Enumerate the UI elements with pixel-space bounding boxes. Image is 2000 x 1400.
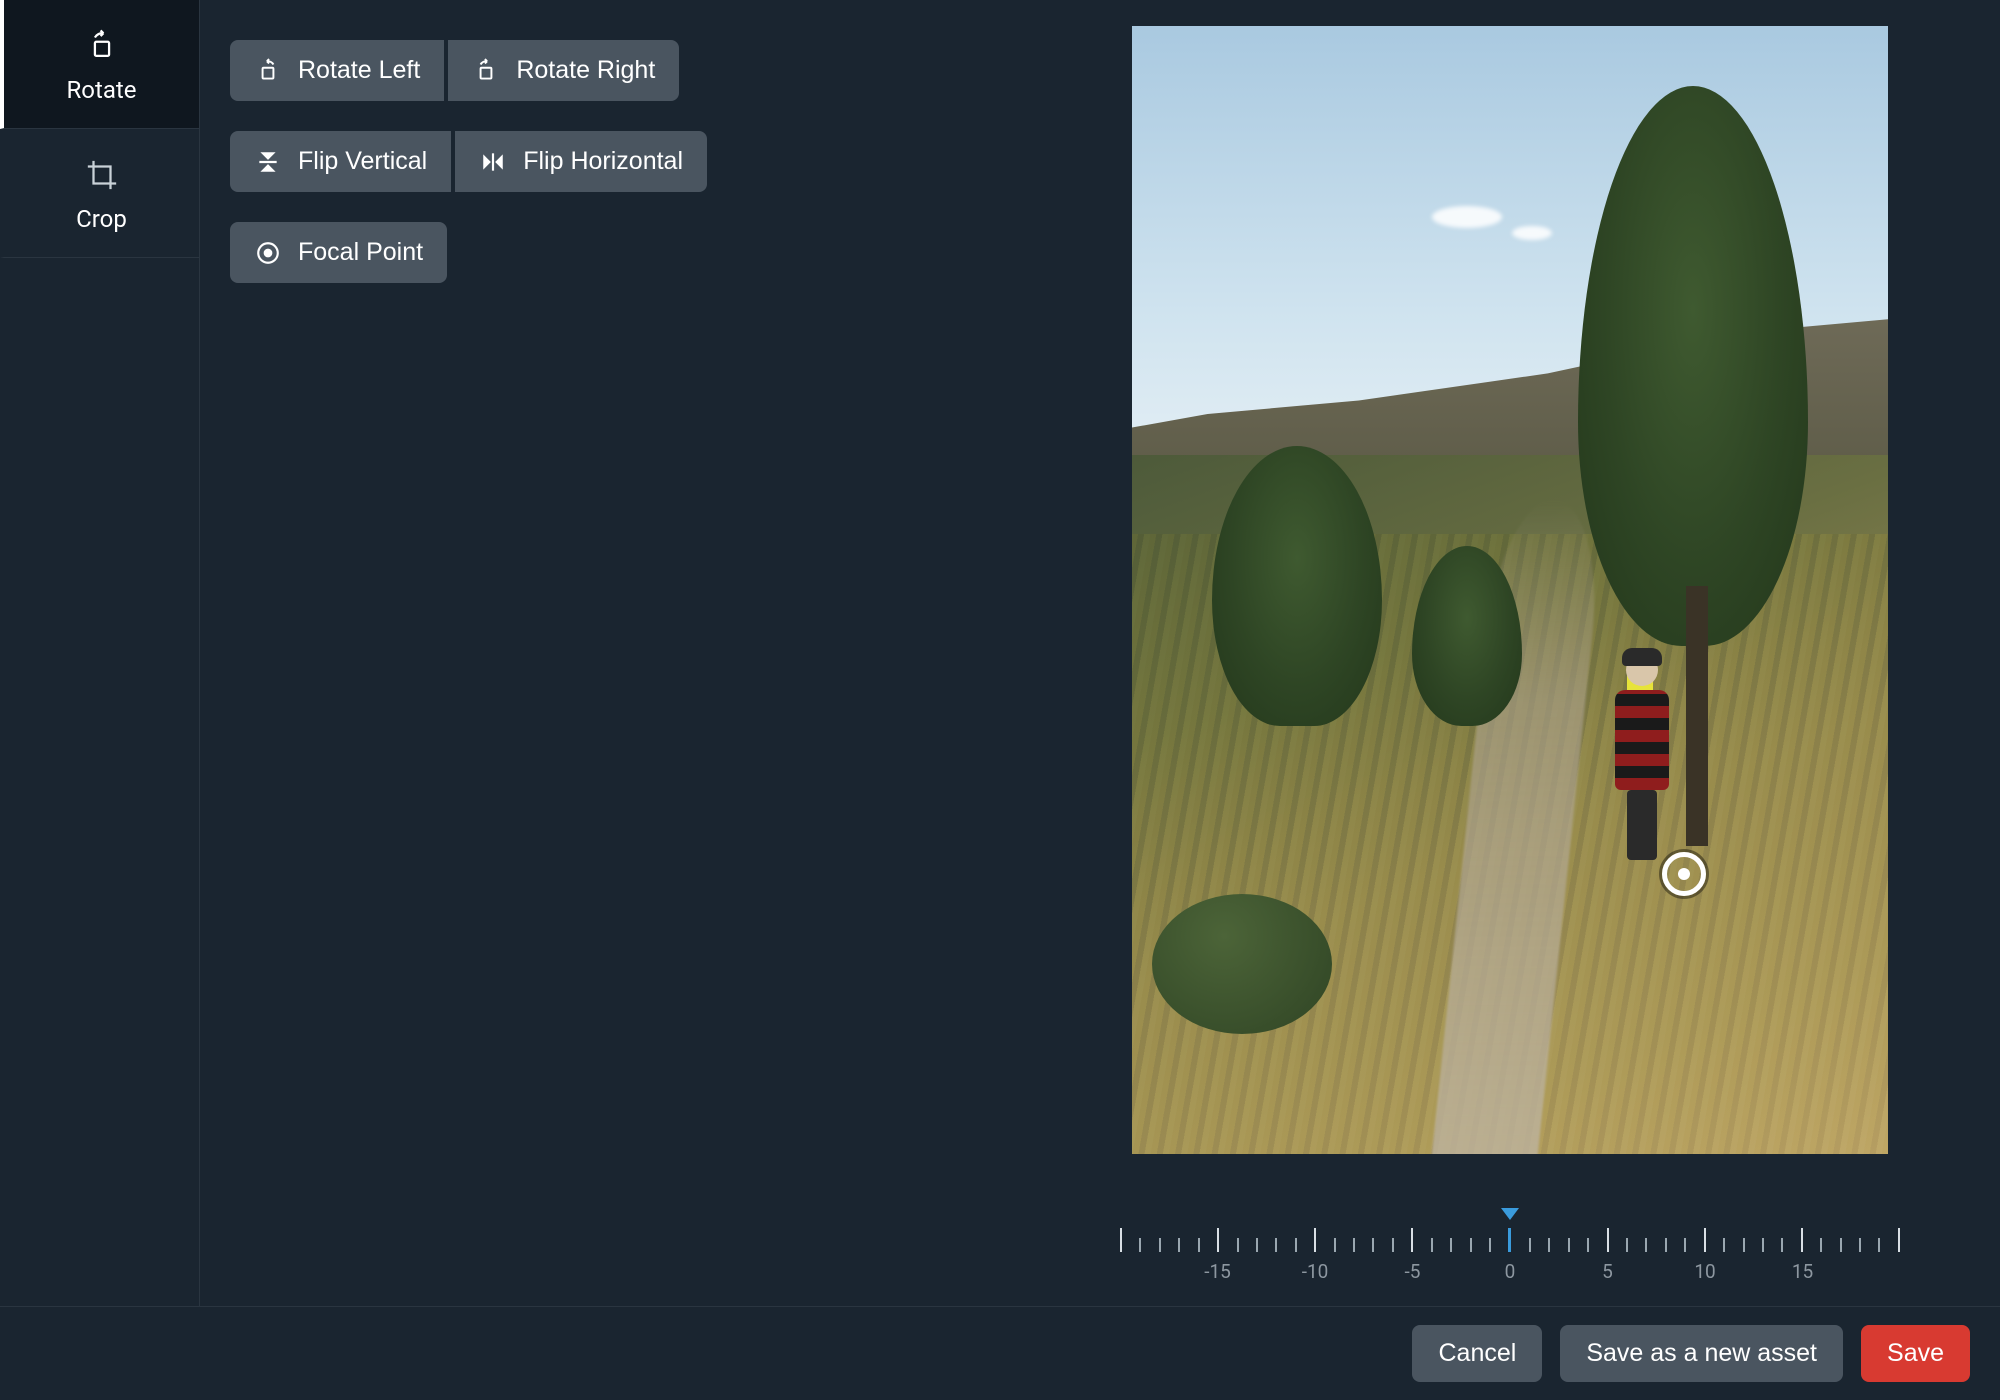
main-area: Rotate Crop [0, 0, 2000, 1306]
sidebar-tab-label: Rotate [67, 76, 137, 104]
cancel-button[interactable]: Cancel [1412, 1325, 1542, 1382]
crop-icon [84, 157, 120, 193]
focal-point-button[interactable]: Focal Point [230, 222, 447, 283]
rotate-icon [84, 28, 120, 64]
rotate-left-icon [254, 57, 282, 85]
ruler-labels: -15 -10 -5 0 5 10 15 [1120, 1260, 1900, 1286]
image-editor-app: Rotate Crop [0, 0, 2000, 1400]
focal-point-icon [254, 239, 282, 267]
rotation-ruler[interactable]: -15 -10 -5 0 5 10 15 [1120, 1214, 1900, 1294]
button-label: Focal Point [298, 238, 423, 267]
ruler-label: 10 [1694, 1260, 1715, 1283]
ruler-label: -15 [1204, 1260, 1231, 1283]
tool-panel: Rotate Left Rotate Right [200, 0, 1020, 1306]
flip-horizontal-icon [479, 148, 507, 176]
focal-point-marker[interactable] [1662, 852, 1706, 896]
ruler-ticks [1120, 1224, 1900, 1252]
flip-button-group: Flip Vertical Flip Horizontal [230, 131, 990, 192]
ruler-label: -5 [1405, 1260, 1421, 1283]
ruler-label: 15 [1792, 1260, 1813, 1283]
save-button[interactable]: Save [1861, 1325, 1970, 1382]
ruler-label: 0 [1505, 1260, 1516, 1283]
preview-area: -15 -10 -5 0 5 10 15 [1020, 0, 2000, 1306]
sidebar: Rotate Crop [0, 0, 200, 1306]
rotate-right-icon [472, 57, 500, 85]
focal-point-group: Focal Point [230, 222, 990, 283]
rotate-button-group: Rotate Left Rotate Right [230, 40, 990, 101]
preview-image[interactable] [1132, 26, 1888, 1154]
button-label: Flip Vertical [298, 147, 427, 176]
ruler-label: 5 [1602, 1260, 1613, 1283]
button-label: Flip Horizontal [523, 147, 683, 176]
sidebar-tab-rotate[interactable]: Rotate [0, 0, 199, 129]
flip-horizontal-button[interactable]: Flip Horizontal [455, 131, 707, 192]
ruler-pointer-icon [1501, 1208, 1519, 1220]
button-label: Rotate Left [298, 56, 420, 85]
flip-vertical-button[interactable]: Flip Vertical [230, 131, 451, 192]
save-as-new-asset-button[interactable]: Save as a new asset [1560, 1325, 1843, 1382]
button-label: Rotate Right [516, 56, 655, 85]
sidebar-tab-label: Crop [76, 205, 127, 233]
ruler-label: -10 [1302, 1260, 1329, 1283]
rotate-right-button[interactable]: Rotate Right [448, 40, 679, 101]
footer-actions: Cancel Save as a new asset Save [0, 1306, 2000, 1400]
sidebar-tab-crop[interactable]: Crop [0, 129, 199, 258]
rotate-left-button[interactable]: Rotate Left [230, 40, 444, 101]
flip-vertical-icon [254, 148, 282, 176]
